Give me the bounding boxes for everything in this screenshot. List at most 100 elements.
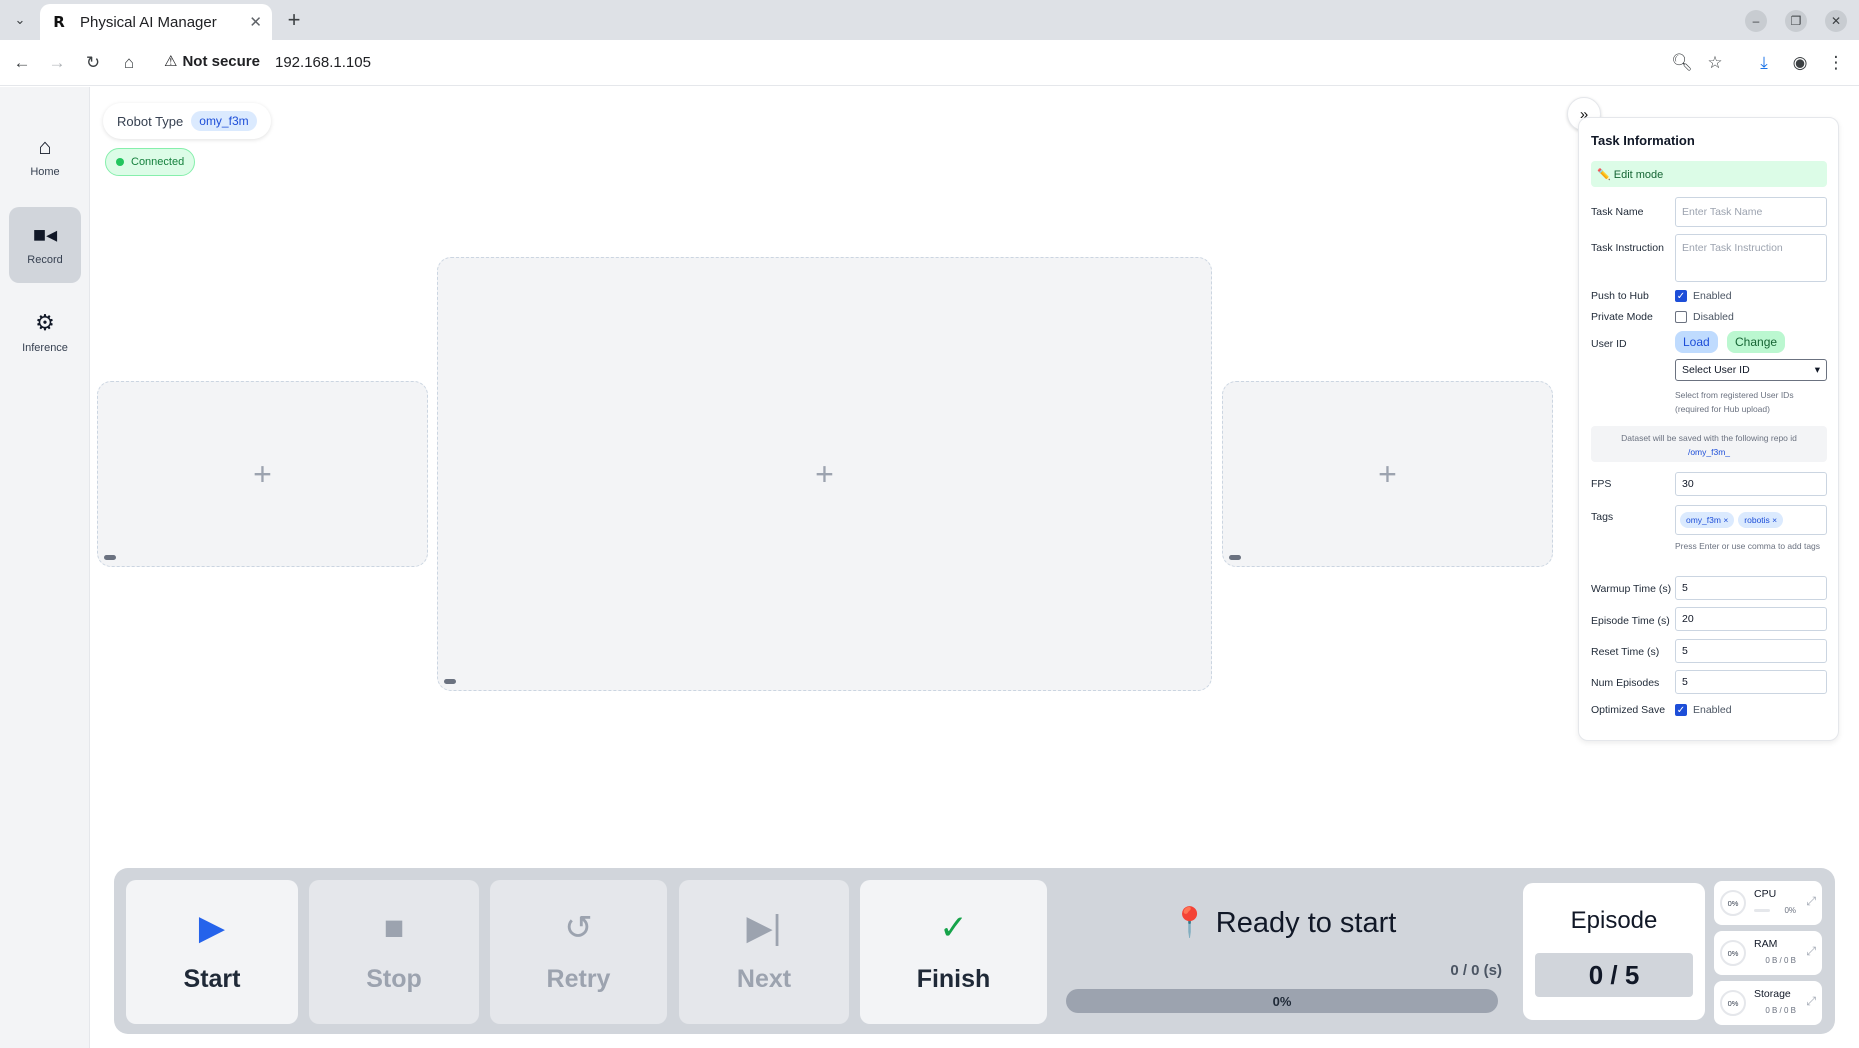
stop-label: Stop [366, 964, 422, 993]
finish-label: Finish [916, 964, 991, 993]
security-indicator[interactable]: ⚠ Not secure [164, 52, 260, 71]
task-information-panel: Task Information ✏️ Edit mode Task Name … [1578, 117, 1839, 741]
retry-button[interactable]: ↺ Retry [490, 880, 667, 1024]
private-mode-label: Private Mode [1591, 311, 1653, 323]
bookmark-star-icon[interactable]: ☆ [1703, 51, 1727, 75]
stop-button[interactable]: ■ Stop [309, 880, 479, 1024]
restore-icon[interactable]: ❐ [1785, 10, 1807, 32]
security-label: Not secure [182, 52, 260, 70]
tags-input[interactable]: omy_f3m × robotis × [1675, 505, 1827, 535]
finish-button[interactable]: ✓ Finish [860, 880, 1047, 1024]
next-button[interactable]: ▶| Next [679, 880, 849, 1024]
storage-label: Storage [1754, 988, 1791, 1000]
tag-chip[interactable]: omy_f3m × [1680, 512, 1735, 528]
cpu-label: CPU [1754, 888, 1777, 900]
back-icon[interactable]: ← [10, 51, 34, 75]
tags-label: Tags [1591, 511, 1614, 523]
user-id-select[interactable]: Select User ID ▾ [1675, 359, 1827, 381]
browser-tab[interactable]: R Physical AI Manager ✕ [40, 4, 272, 40]
profile-icon[interactable]: ◉ [1788, 51, 1812, 75]
play-icon: ▶ [198, 908, 226, 947]
episode-value: 0 / 5 [1535, 953, 1693, 997]
recording-status: 📍 Ready to start 0 / 0 (s) 0% [1066, 880, 1502, 1024]
forward-icon[interactable]: → [45, 51, 69, 75]
expand-icon[interactable]: ⤢ [1806, 894, 1816, 909]
ram-label: RAM [1754, 938, 1778, 950]
tag-text: omy_f3m [1686, 515, 1721, 525]
new-tab-icon[interactable]: + [282, 7, 306, 32]
tab-close-icon[interactable]: ✕ [249, 13, 262, 31]
num-episodes-input[interactable]: 5 [1675, 670, 1827, 694]
edit-mode-banner: ✏️ Edit mode [1591, 161, 1827, 187]
expand-icon[interactable]: ⤢ [1806, 994, 1816, 1009]
checkmark-icon: ✓ [939, 908, 968, 947]
ram-monitor[interactable]: 0% RAM 0 B / 0 B ⤢ [1714, 931, 1822, 975]
optimized-save-checkbox[interactable]: ✓ Enabled [1675, 704, 1732, 716]
load-user-id-button[interactable]: Load [1675, 331, 1718, 353]
task-instruction-input[interactable]: Enter Task Instruction [1675, 234, 1827, 282]
reload-icon[interactable]: ↻ [81, 51, 105, 75]
push-to-hub-checkbox[interactable]: ✓ Enabled [1675, 290, 1732, 302]
task-name-input[interactable]: Enter Task Name [1675, 197, 1827, 227]
start-label: Start [183, 964, 241, 993]
tab-search-chevron-icon[interactable]: ⌄ [8, 8, 32, 32]
fps-label: FPS [1591, 478, 1612, 490]
change-user-id-button[interactable]: Change [1727, 331, 1786, 353]
close-window-icon[interactable]: ✕ [1825, 10, 1847, 32]
elapsed-time: 0 / 0 (s) [1450, 962, 1502, 979]
fps-input[interactable]: 30 [1675, 472, 1827, 496]
minimize-icon[interactable]: – [1745, 10, 1767, 32]
tag-chip[interactable]: robotis × [1738, 512, 1784, 528]
warning-icon: ⚠ [164, 53, 178, 70]
checkbox-unchecked-icon[interactable] [1675, 311, 1687, 323]
zoom-icon[interactable]: 🔍︎ [1670, 51, 1694, 75]
home-browser-icon[interactable]: ⌂ [117, 51, 141, 75]
retry-icon: ↺ [564, 908, 593, 947]
add-camera-icon[interactable]: + [815, 456, 834, 493]
storage-gauge: 0% [1720, 990, 1746, 1016]
status-message: 📍 Ready to start [1171, 907, 1397, 939]
start-button[interactable]: ▶ Start [126, 880, 298, 1024]
connection-status-badge: Connected [105, 148, 196, 176]
warmup-time-input[interactable]: 5 [1675, 576, 1827, 600]
ram-gauge: 0% [1720, 940, 1746, 966]
cpu-bar [1754, 909, 1770, 912]
checkbox-checked-icon[interactable]: ✓ [1675, 290, 1687, 302]
camera-slot-center[interactable]: + [437, 257, 1212, 691]
sidebar-item-record[interactable]: ■◂ Record [9, 207, 81, 283]
sidebar-item-home[interactable]: ⌂ Home [9, 119, 81, 195]
storage-monitor[interactable]: 0% Storage 0 B / 0 B ⤢ [1714, 981, 1822, 1025]
checkbox-checked-icon[interactable]: ✓ [1675, 704, 1687, 716]
resize-handle[interactable] [444, 679, 456, 684]
user-id-hint: Select from registered User IDs (require… [1675, 390, 1794, 414]
sidebar-item-inference[interactable]: ⚙ Inference [9, 295, 81, 371]
skip-next-icon: ▶| [746, 908, 782, 947]
expand-icon[interactable]: ⤢ [1806, 944, 1816, 959]
url-text[interactable]: 192.168.1.105 [275, 54, 371, 71]
add-camera-icon[interactable]: + [253, 456, 272, 493]
warmup-time-label: Warmup Time (s) [1591, 583, 1672, 595]
address-bar: ← → ↻ ⌂ ⚠ Not secure 192.168.1.105 🔍︎ ☆ … [0, 40, 1859, 86]
more-menu-icon[interactable]: ⋮ [1824, 51, 1848, 75]
resize-handle[interactable] [104, 555, 116, 560]
user-id-label: User ID [1591, 338, 1627, 350]
reset-time-input[interactable]: 5 [1675, 639, 1827, 663]
repo-id: /omy_f3m_ [1687, 447, 1731, 457]
sidebar-item-label: Record [27, 254, 63, 266]
camera-slot-left[interactable]: + [97, 381, 428, 567]
private-mode-checkbox[interactable]: Disabled [1675, 311, 1734, 323]
resize-handle[interactable] [1229, 555, 1241, 560]
cpu-monitor[interactable]: 0% CPU 0% ⤢ [1714, 881, 1822, 925]
download-icon[interactable]: ⤓ [1752, 51, 1776, 75]
episode-time-label: Episode Time (s) [1591, 615, 1670, 627]
app-favicon-icon: R [53, 13, 65, 31]
episode-time-input[interactable]: 20 [1675, 607, 1827, 631]
panel-title: Task Information [1591, 133, 1695, 148]
sidebar-item-label: Inference [22, 342, 68, 354]
storage-value: 0 B / 0 B [1765, 1006, 1796, 1015]
add-camera-icon[interactable]: + [1378, 456, 1397, 493]
camera-slot-right[interactable]: + [1222, 381, 1553, 567]
home-icon: ⌂ [38, 134, 52, 159]
progress-bar: 0% [1066, 989, 1498, 1013]
status-dot-icon [116, 158, 124, 166]
